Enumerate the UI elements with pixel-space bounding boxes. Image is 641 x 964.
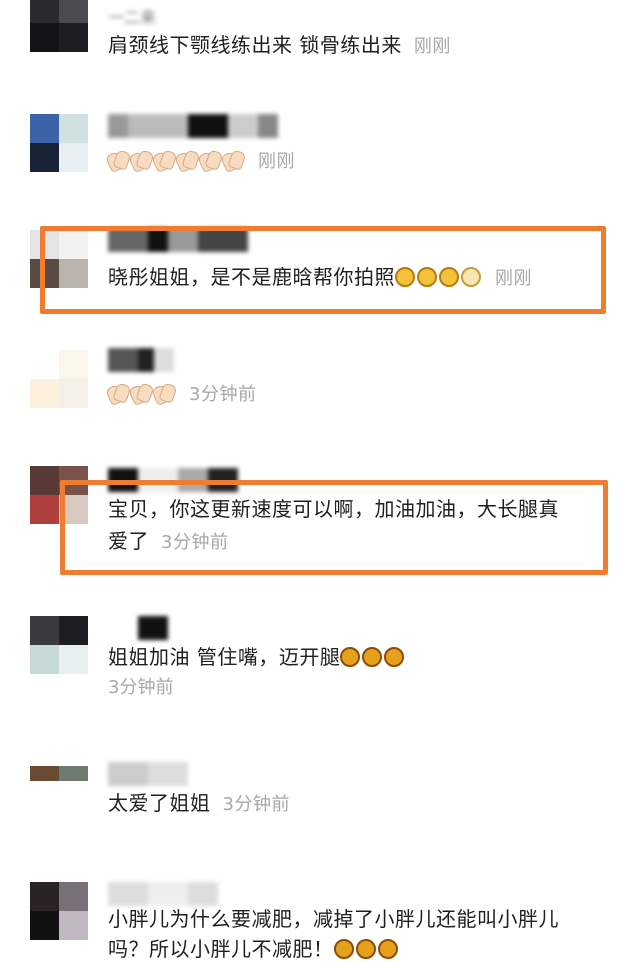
clap-emoji	[131, 151, 151, 169]
comment-time: 刚刚	[258, 151, 295, 172]
comment-text: 姐姐加油 管住嘴，迈开腿	[108, 642, 406, 672]
highlight-box	[40, 226, 606, 314]
clap-emoji	[154, 151, 174, 169]
avatar[interactable]	[30, 882, 88, 940]
laugh-emoji	[384, 647, 405, 667]
clap-emoji	[108, 151, 128, 169]
clap-emoji	[200, 151, 220, 169]
comment-time: 刚刚	[413, 36, 451, 57]
avatar[interactable]	[30, 350, 88, 408]
avatar[interactable]	[30, 766, 88, 796]
laugh-emoji	[377, 939, 398, 959]
highlight-box	[60, 480, 608, 575]
laugh-emoji	[340, 647, 361, 667]
comment-time: 3分钟前	[222, 794, 290, 815]
comment-time: 3分钟前	[189, 384, 257, 405]
avatar[interactable]	[30, 114, 88, 172]
clap-emoji	[131, 384, 151, 402]
clap-emoji	[154, 384, 174, 402]
clap-emoji	[108, 384, 128, 402]
username-blurred[interactable]	[108, 114, 298, 140]
comment-text: 太爱了姐姐 3分钟前	[108, 791, 290, 815]
comment-text-line2: 吗？所以小胖儿不减肥！	[108, 934, 400, 964]
username-blurred[interactable]: 一二来	[108, 4, 188, 30]
username-blurred[interactable]	[108, 348, 178, 374]
avatar[interactable]	[30, 616, 88, 674]
laugh-emoji	[355, 939, 376, 959]
comment-text-line1: 小胖儿为什么要减肥，减掉了小胖儿还能叫小胖儿	[108, 907, 559, 931]
comment-text: 肩颈线下颚线练出来 锁骨练出来 刚刚	[108, 33, 451, 57]
laugh-emoji	[362, 647, 383, 667]
comment-time: 3分钟前	[108, 677, 174, 698]
avatar[interactable]	[30, 0, 88, 52]
comment-content: 刚刚	[108, 145, 295, 177]
username-blurred[interactable]	[108, 762, 208, 788]
comment-content: 3分钟前	[108, 378, 256, 410]
clap-emoji	[177, 151, 197, 169]
clap-emoji	[223, 151, 243, 169]
laugh-emoji	[333, 939, 354, 959]
username-blurred[interactable]	[108, 616, 188, 642]
